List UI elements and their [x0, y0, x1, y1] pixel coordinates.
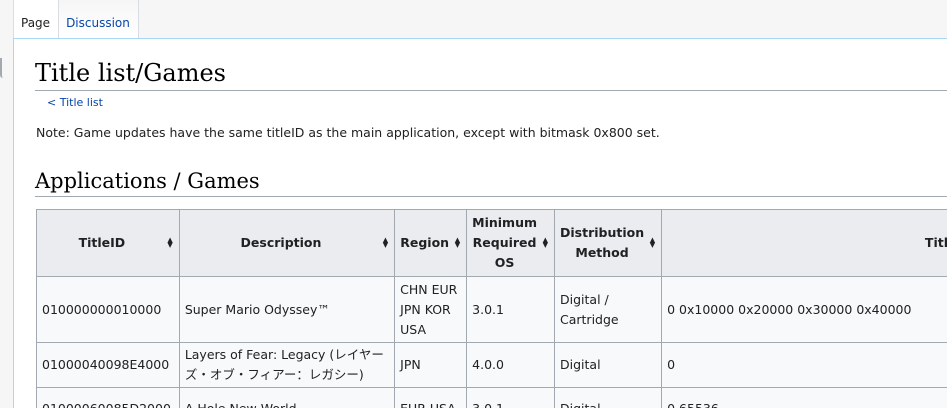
sort-icon[interactable]: ▲▼ [383, 238, 388, 248]
cell-title-versions: 0 65536 [662, 388, 947, 408]
cell-distribution: Digital [555, 343, 662, 388]
table-row: 01000040098E4000 Layers of Fear: Legacy … [37, 343, 947, 388]
sidebar-edge [0, 58, 6, 78]
cell-titleid: 01000040098E4000 [37, 343, 180, 388]
page-tabs: Page Discussion [13, 0, 139, 38]
header-label: TitleID [42, 233, 174, 253]
cell-title-versions: 0 0x10000 0x20000 0x30000 0x40000 [662, 277, 947, 343]
sort-icon[interactable]: ▲▼ [650, 238, 655, 248]
table-header-row: TitleID▲▼ Description▲▼ Region▲▼ Minimum… [37, 210, 947, 277]
cell-min-os: 3.0.1 [467, 277, 555, 343]
cell-titleid: 01000060085D2000 [37, 388, 180, 408]
cell-region: EUR USA [395, 388, 467, 408]
table-row: 010000000010000 Super Mario Odyssey™ CHN… [37, 277, 947, 343]
note-text: Note: Game updates have the same titleID… [36, 125, 660, 140]
section-heading: Applications / Games [35, 167, 947, 197]
column-header-min-os[interactable]: Minimum Required OS▲▼ [467, 210, 555, 277]
cell-titleid: 010000000010000 [37, 277, 180, 343]
header-label: Distribution Method [560, 223, 656, 263]
column-header-region[interactable]: Region▲▼ [395, 210, 467, 277]
subpages-link[interactable]: < Title list [47, 96, 103, 109]
titles-table: TitleID▲▼ Description▲▼ Region▲▼ Minimum… [36, 209, 947, 408]
column-header-distribution[interactable]: Distribution Method▲▼ [555, 210, 662, 277]
cell-description: A Hole New World [179, 388, 394, 408]
tab-page[interactable]: Page [13, 0, 59, 38]
column-header-title-versions[interactable]: Titl [662, 210, 947, 277]
content-area: Title list/Games < Title list Note: Game… [13, 38, 947, 408]
header-label: Region [400, 233, 461, 253]
sort-icon[interactable]: ▲▼ [455, 238, 460, 248]
cell-distribution: Digital [555, 388, 662, 408]
cell-description: Super Mario Odyssey™ [179, 277, 394, 343]
cell-region: CHN EUR JPN KOR USA [395, 277, 467, 343]
cell-min-os: 3.0.1 [467, 388, 555, 408]
header-label: Description [185, 233, 389, 253]
cell-distribution: Digital / Cartridge [555, 277, 662, 343]
sort-icon[interactable]: ▲▼ [543, 238, 548, 248]
page-title: Title list/Games [35, 57, 947, 91]
cell-description: Layers of Fear: Legacy (レイヤーズ・オブ・フィアー：レガ… [179, 343, 394, 388]
cell-title-versions: 0 [662, 343, 947, 388]
column-header-titleid[interactable]: TitleID▲▼ [37, 210, 180, 277]
column-header-description[interactable]: Description▲▼ [179, 210, 394, 277]
cell-min-os: 4.0.0 [467, 343, 555, 388]
header-label: Titl [925, 235, 947, 250]
tab-discussion[interactable]: Discussion [59, 0, 139, 38]
header-label: Minimum Required OS [472, 213, 549, 273]
sort-icon[interactable]: ▲▼ [167, 238, 172, 248]
cell-region: JPN [395, 343, 467, 388]
table-row: 01000060085D2000 A Hole New World EUR US… [37, 388, 947, 408]
